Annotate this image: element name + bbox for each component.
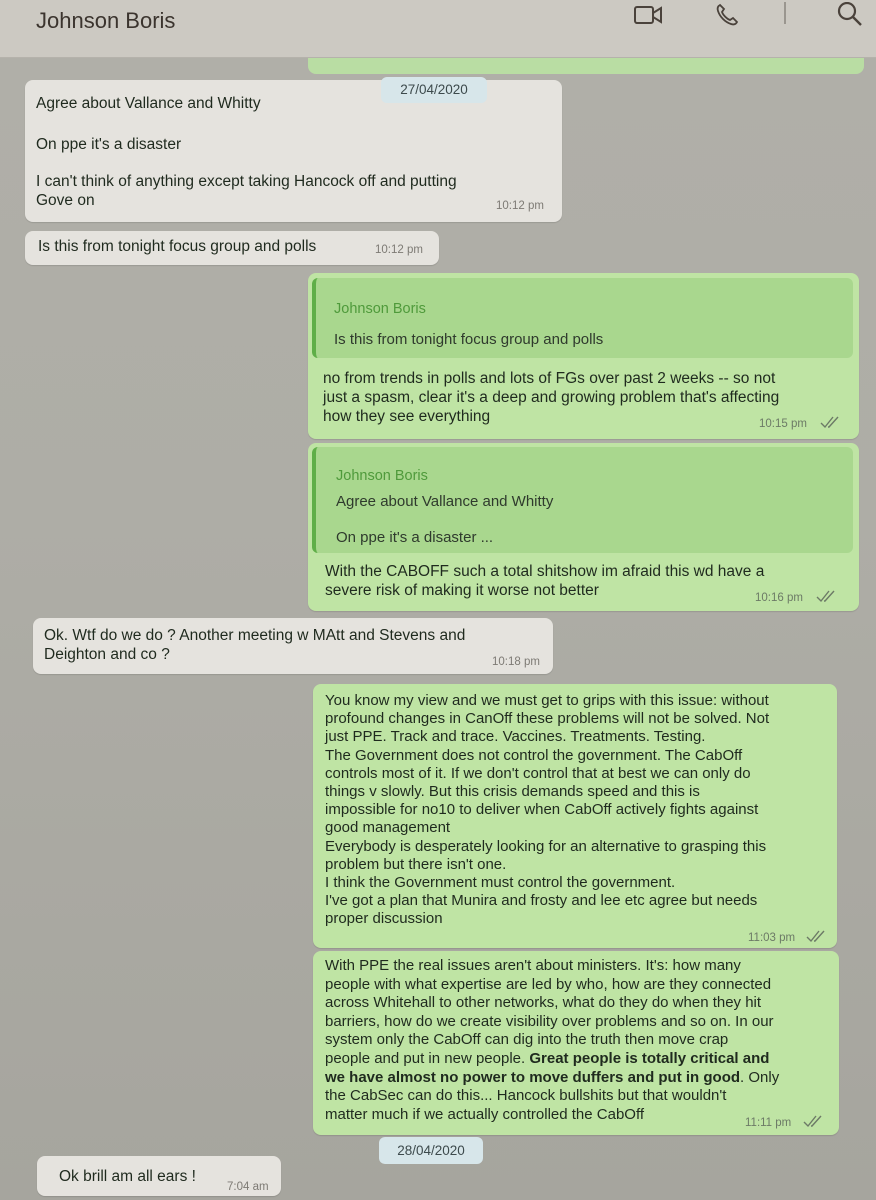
message-text: With the CABOFF such a total shitshow im… <box>325 563 765 599</box>
header-divider <box>784 2 786 24</box>
message-text: Ok. Wtf do we do ? Another meeting w MAt… <box>44 627 466 663</box>
message-time: 10:12 pm <box>375 244 423 256</box>
message-outgoing[interactable]: You know my view and we must get to grip… <box>313 684 837 948</box>
quote-text: Agree about Vallance and Whitty <box>336 493 554 510</box>
video-icon[interactable] <box>633 0 663 30</box>
quoted-message[interactable]: Johnson Boris Is this from tonight focus… <box>312 278 853 358</box>
previous-message-edge <box>308 58 864 74</box>
date-separator: 28/04/2020 <box>379 1137 483 1164</box>
quote-author: Johnson Boris <box>336 468 428 484</box>
message-incoming[interactable]: Ok brill am all ears ! 7:04 am <box>37 1156 281 1196</box>
search-icon[interactable] <box>834 0 864 30</box>
message-text: no from trends in polls and lots of FGs … <box>323 370 780 425</box>
quote-text: Is this from tonight focus group and pol… <box>334 331 604 348</box>
chat-header: Johnson Boris <box>0 0 876 58</box>
message-incoming[interactable]: Is this from tonight focus group and pol… <box>25 231 439 265</box>
read-ticks-icon <box>803 1115 822 1128</box>
message-outgoing[interactable]: Johnson Boris Is this from tonight focus… <box>308 273 859 439</box>
message-text: Is this from tonight focus group and pol… <box>38 238 317 255</box>
message-time: 11:11 pm <box>745 1117 792 1129</box>
read-ticks-icon <box>820 416 839 429</box>
message-incoming[interactable]: Ok. Wtf do we do ? Another meeting w MAt… <box>33 618 553 674</box>
message-time: 10:18 pm <box>492 656 540 668</box>
phone-icon[interactable] <box>712 0 742 30</box>
date-separator: 27/04/2020 <box>381 77 487 103</box>
message-outgoing[interactable]: Johnson Boris Agree about Vallance and W… <box>308 443 859 611</box>
message-time: 10:16 pm <box>755 592 803 604</box>
quote-text: On ppe it's a disaster ... <box>336 529 494 546</box>
contact-name[interactable]: Johnson Boris <box>36 8 175 34</box>
message-time: 10:15 pm <box>759 418 807 430</box>
message-time: 10:12 pm <box>496 200 544 212</box>
message-text: I can't think of anything except taking … <box>36 173 457 209</box>
read-ticks-icon <box>806 930 825 943</box>
message-text: Ok brill am all ears ! <box>59 1168 196 1185</box>
message-text: With PPE the real issues aren't about mi… <box>325 957 833 1124</box>
message-time: 11:03 pm <box>748 932 796 944</box>
message-time: 7:04 am <box>227 1181 269 1193</box>
read-ticks-icon <box>816 590 835 603</box>
quote-author: Johnson Boris <box>334 301 426 317</box>
message-text: Agree about Vallance and Whitty <box>36 95 261 112</box>
message-text: You know my view and we must get to grip… <box>325 692 770 928</box>
quoted-message[interactable]: Johnson Boris Agree about Vallance and W… <box>312 447 853 553</box>
message-text: On ppe it's a disaster <box>36 136 182 153</box>
message-outgoing[interactable]: With PPE the real issues aren't about mi… <box>313 951 839 1135</box>
